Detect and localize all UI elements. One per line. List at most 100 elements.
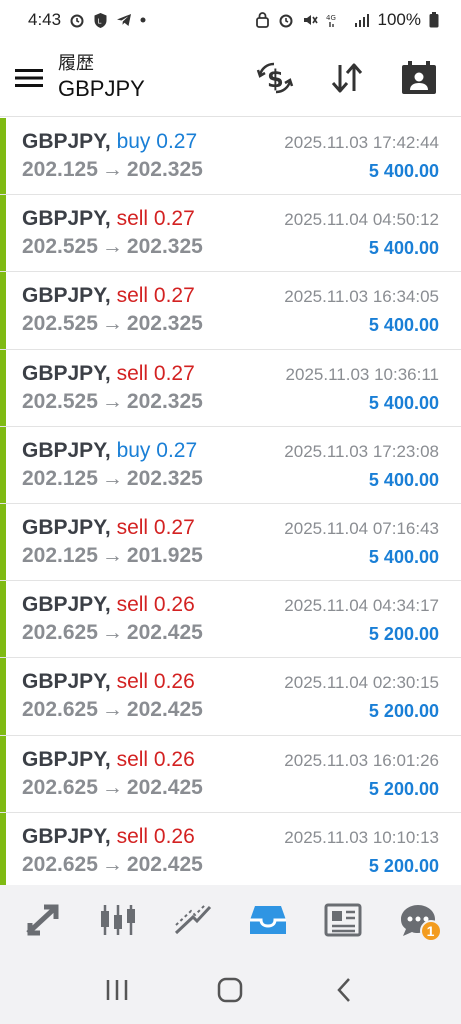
history-row[interactable]: GBPJPY, buy 0.27 202.125 → 202.325 2025.11.0… [0, 118, 461, 196]
dollar-exchange-button[interactable]: $ [253, 56, 297, 100]
trade-volume: 0.27 [153, 284, 195, 308]
trade-symbol-line: GBPJPY, sell 0.27 [22, 362, 195, 386]
trade-profit: 5 400.00 [368, 469, 439, 490]
arrow-right-icon: → [101, 775, 123, 799]
nav-news[interactable] [313, 890, 373, 950]
trade-time: 2025.11.03 17:42:44 [284, 133, 439, 152]
history-row[interactable]: GBPJPY, sell 0.26 202.625 → 202.425 2025.11.… [0, 581, 461, 659]
trade-side: sell [116, 284, 149, 308]
history-row[interactable]: GBPJPY, sell 0.27 202.525 → 202.325 2025.11.… [0, 349, 461, 427]
arrow-right-icon: → [101, 158, 123, 181]
status-bar: 4:43 L 4G 100% [0, 0, 461, 40]
history-row[interactable]: GBPJPY, buy 0.27 202.125 → 202.325 2025.11.0… [0, 426, 461, 504]
lock-alarm-icon [255, 12, 270, 28]
sort-button[interactable] [325, 56, 369, 100]
open-price: 202.525 [22, 312, 98, 336]
trade-side: sell [116, 515, 149, 539]
menu-button[interactable] [0, 40, 58, 117]
trade-volume: 0.27 [156, 438, 198, 462]
trade-volume: 0.26 [153, 824, 195, 848]
nav-history[interactable] [238, 890, 298, 950]
home-icon [218, 977, 243, 1002]
page-title: GBPJPY [58, 76, 145, 101]
trade-time: 2025.11.03 16:34:05 [284, 287, 439, 307]
status-time: 4:43 [28, 10, 62, 29]
back-icon [337, 977, 351, 1002]
calendar-contact-button[interactable] [397, 56, 441, 100]
home-button[interactable] [205, 965, 255, 1015]
nav-chart[interactable] [88, 890, 148, 950]
nav-quotes[interactable] [13, 890, 73, 950]
arrow-right-icon: → [101, 312, 123, 336]
trade-side: sell [116, 593, 149, 617]
trade-side: buy [116, 438, 151, 462]
calendar-contact-icon [402, 61, 436, 94]
history-row[interactable]: GBPJPY, sell 0.27 202.525 → 202.325 2025.11.… [0, 195, 461, 273]
close-price: 202.325 [126, 389, 203, 413]
trade-side: sell [116, 747, 149, 771]
close-price: 202.425 [126, 698, 203, 722]
price-line: 202.525 → 202.325 [22, 312, 203, 336]
close-price: 202.425 [126, 621, 203, 645]
history-row[interactable]: GBPJPY, sell 0.27 202.125 → 201.925 2025.11.… [0, 503, 461, 582]
trade-time: 2025.11.03 10:36:11 [285, 364, 439, 384]
system-nav [0, 955, 461, 1024]
svg-text:4G: 4G [326, 14, 336, 22]
nav-chat[interactable]: 1 [388, 890, 448, 950]
price-line: 202.625 → 202.425 [22, 853, 203, 877]
history-list: GBPJPY, buy 0.27 202.125 → 202.325 2025.11.0… [0, 118, 461, 885]
open-price: 202.525 [22, 235, 98, 259]
title-block: 履歴 GBPJPY [58, 53, 253, 103]
history-row[interactable]: GBPJPY, sell 0.27 202.525 → 202.325 2025.11.… [0, 272, 461, 350]
page-subtitle: 履歴 [58, 53, 94, 74]
close-price: 202.325 [126, 235, 203, 259]
close-price: 202.325 [126, 158, 203, 181]
symbol: GBPJPY, [22, 284, 111, 308]
trade-symbol-line: GBPJPY, sell 0.27 [22, 516, 195, 540]
trade-profit: 5 400.00 [368, 315, 439, 336]
arrow-right-icon: → [101, 543, 123, 567]
trade-symbol-line: GBPJPY, sell 0.26 [22, 670, 195, 694]
trade-time: 2025.11.03 10:10:13 [284, 827, 439, 847]
close-price: 202.425 [126, 775, 203, 799]
trade-profit: 5 200.00 [368, 701, 439, 722]
back-button[interactable] [319, 965, 369, 1015]
bottom-nav: 1 [0, 885, 461, 955]
symbol: GBPJPY, [22, 593, 111, 617]
telegram-icon [116, 13, 132, 27]
svg-text:L: L [98, 17, 102, 25]
open-price: 202.625 [22, 852, 98, 876]
history-row[interactable]: GBPJPY, sell 0.26 202.625 → 202.425 2025.11.… [0, 658, 461, 736]
close-price: 202.425 [126, 852, 203, 876]
svg-text:$: $ [267, 65, 284, 93]
shield-icon: L [93, 12, 108, 29]
price-line: 202.125 → 202.325 [22, 467, 203, 491]
close-price: 202.325 [126, 312, 203, 336]
dot-icon [140, 17, 146, 23]
open-price: 202.625 [22, 775, 98, 799]
status-right: 4G 100% [255, 10, 439, 30]
history-row[interactable]: GBPJPY, sell 0.26 202.625 → 202.425 2025.11.… [0, 735, 461, 813]
price-line: 202.625 → 202.425 [22, 621, 203, 645]
price-line: 202.625 → 202.425 [22, 776, 203, 800]
symbol: GBPJPY, [22, 515, 111, 539]
recents-button[interactable] [92, 965, 142, 1015]
trade-volume: 0.26 [153, 593, 195, 617]
news-icon [324, 903, 362, 937]
trade-side: sell [116, 207, 149, 231]
trade-profit: 5 200.00 [368, 624, 439, 645]
chat-badge: 1 [419, 920, 442, 942]
trade-symbol-line: GBPJPY, buy 0.27 [22, 439, 197, 463]
nav-trade[interactable] [163, 890, 223, 950]
symbol: GBPJPY, [22, 824, 111, 848]
recents-icon [106, 979, 128, 1000]
symbol: GBPJPY, [22, 438, 111, 462]
battery-percent: 100% [377, 10, 421, 29]
open-price: 202.125 [22, 466, 98, 490]
trade-profit: 5 200.00 [368, 855, 439, 876]
open-price: 202.625 [22, 698, 98, 722]
open-price: 202.125 [22, 158, 98, 181]
history-row[interactable]: GBPJPY, sell 0.26 202.625 → 202.425 2025.11.… [0, 812, 461, 885]
alarm-icon [69, 12, 85, 28]
trade-time: 2025.11.03 16:01:26 [284, 750, 439, 770]
